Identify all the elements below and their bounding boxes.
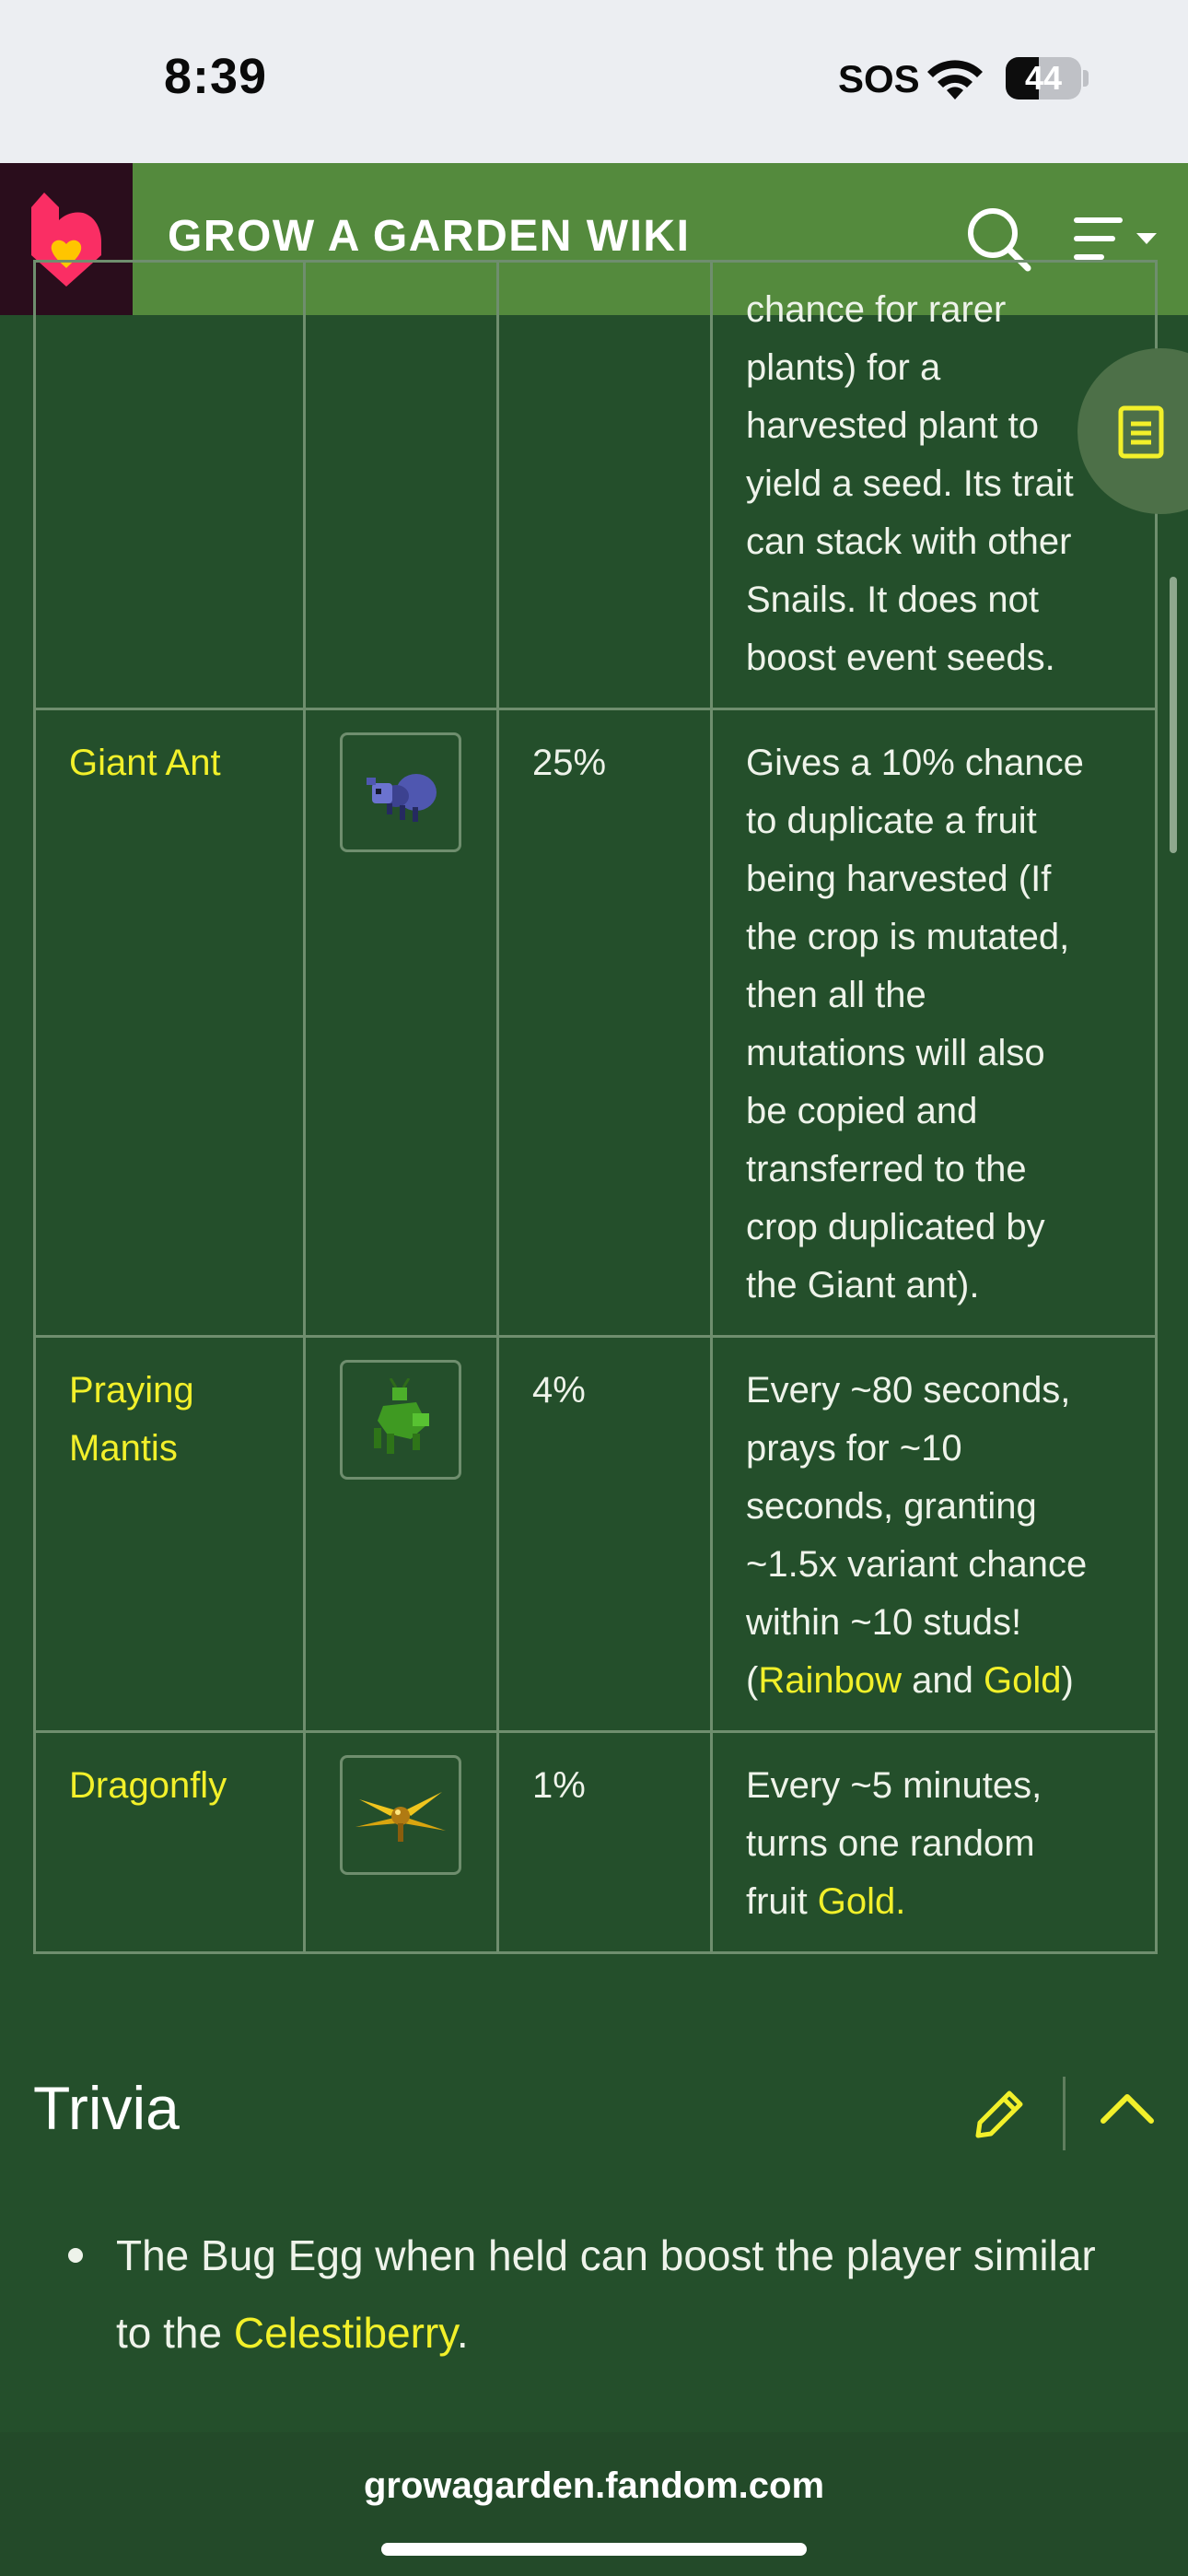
desc-line: Every ~5 minutes, (746, 1765, 1042, 1806)
desc-line: within ~10 studs! (746, 1602, 1022, 1643)
toc-list-icon (1118, 405, 1164, 459)
celestiberry-link[interactable]: Celestiberry (234, 2309, 457, 2357)
table-cell (303, 708, 499, 1338)
divider (1063, 2077, 1066, 2150)
pet-thumbnail[interactable] (340, 1360, 461, 1480)
desc-line: Snails. It does not (746, 580, 1039, 620)
battery-nub (1083, 70, 1089, 87)
table-row: chance for rarer plants) for a harvested… (33, 260, 1158, 710)
description-text: Every ~5 minutes, turns one random fruit… (713, 1733, 1155, 1951)
dragonfly-icon (355, 1792, 446, 1842)
desc-line: turns one random (746, 1823, 1035, 1864)
desc-line: the Giant ant). (746, 1265, 980, 1306)
pet-chance: 1% (532, 1765, 586, 1806)
desc-line: boost event seeds. (746, 638, 1055, 678)
list-item: The Bug Egg when held can boost the play… (33, 2217, 1157, 2371)
pet-description: Gives a 10% chance to duplicate a fruit … (710, 708, 1158, 1338)
pet-thumbnail[interactable] (340, 732, 461, 852)
pet-chance: 25% (532, 743, 607, 783)
gold-link[interactable]: Gold. (818, 1881, 906, 1922)
desc-line: yield a seed. Its trait (746, 463, 1074, 504)
section-heading-trivia: Trivia (33, 2074, 180, 2142)
battery-level-text: 44 (1024, 59, 1063, 97)
table-cell: Dragonfly (33, 1730, 306, 1954)
chevron-up-icon[interactable] (1100, 2090, 1155, 2126)
pet-name-line: Mantis (69, 1428, 178, 1469)
pet-description: chance for rarer plants) for a harvested… (710, 260, 1158, 710)
table-cell: Giant Ant (33, 708, 306, 1338)
desc-line: seconds, granting (746, 1486, 1037, 1527)
table-cell (33, 260, 306, 710)
table-cell (303, 1730, 499, 1954)
home-indicator[interactable] (381, 2543, 807, 2556)
table-row-giant-ant: Giant Ant 25% Gives a 10% chance to dupl… (33, 708, 1158, 1338)
desc-line: to duplicate a fruit (746, 801, 1037, 841)
trivia-text: . (456, 2309, 469, 2357)
status-time: 8:39 (164, 49, 268, 104)
rainbow-link[interactable]: Rainbow (758, 1660, 902, 1701)
table-cell (303, 260, 499, 710)
desc-line: prays for ~10 (746, 1428, 962, 1469)
table-cell: 1% (496, 1730, 713, 1954)
bullet (68, 2248, 83, 2263)
pet-link-giant-ant[interactable]: Giant Ant (69, 743, 221, 783)
table-row-praying-mantis: Praying Mantis 4% Every ~80 seconds, pra… (33, 1335, 1158, 1733)
pet-name-line: Praying (69, 1370, 194, 1411)
desc-line: be copied and (746, 1091, 978, 1131)
desc-line: plants) for a (746, 347, 941, 388)
description-text: chance for rarer plants) for a harvested… (713, 263, 1155, 708)
pet-description: Every ~5 minutes, turns one random fruit… (710, 1730, 1158, 1954)
desc-line: harvested plant to (746, 405, 1039, 446)
desc-line: the crop is mutated, (746, 917, 1070, 957)
table-cell: Praying Mantis (33, 1335, 306, 1733)
trivia-list: The Bug Egg when held can boost the play… (33, 2217, 1157, 2371)
table-cell: 4% (496, 1335, 713, 1733)
desc-line: transferred to the (746, 1149, 1027, 1189)
battery-indicator: 44 (1006, 57, 1081, 100)
pets-table: chance for rarer plants) for a harvested… (33, 260, 1158, 1954)
table-cell (496, 260, 713, 710)
desc-line: ~1.5x variant chance (746, 1544, 1088, 1585)
url-text[interactable]: growagarden.fandom.com (0, 2465, 1188, 2507)
description-text: Every ~80 seconds, prays for ~10 seconds… (713, 1338, 1155, 1730)
desc-text: ) (1061, 1660, 1074, 1701)
desc-text: and (901, 1660, 984, 1701)
pet-description: Every ~80 seconds, prays for ~10 seconds… (710, 1335, 1158, 1733)
browser-url-bar[interactable]: growagarden.fandom.com (0, 2432, 1188, 2576)
desc-text: ( (746, 1660, 759, 1701)
trivia-text: The Bug Egg when held can boost the play… (116, 2231, 1096, 2279)
pet-link-dragonfly[interactable]: Dragonfly (69, 1765, 227, 1806)
desc-line: chance for rarer (746, 289, 1007, 330)
giant-ant-icon (367, 774, 437, 822)
table-cell: 25% (496, 708, 713, 1338)
status-bar: 8:39 SOS 44 (0, 0, 1188, 163)
desc-line: Gives a 10% chance (746, 743, 1084, 783)
praying-mantis-icon (374, 1378, 429, 1454)
table-cell (303, 1335, 499, 1733)
pet-chance: 4% (532, 1370, 586, 1411)
table-row-dragonfly: Dragonfly 1% Every ~5 minutes, turns one… (33, 1730, 1158, 1954)
wifi-icon (927, 60, 983, 100)
signal-sos-label: SOS (838, 57, 920, 100)
desc-line: then all the (746, 975, 926, 1015)
menu-icon[interactable] (1074, 215, 1162, 263)
pet-thumbnail[interactable] (340, 1755, 461, 1875)
desc-line: being harvested (If (746, 859, 1052, 899)
desc-text: fruit (746, 1881, 818, 1922)
desc-line: crop duplicated by (746, 1207, 1045, 1247)
gold-link[interactable]: Gold (984, 1660, 1062, 1701)
edit-pencil-icon[interactable] (973, 2084, 1030, 2141)
wiki-title[interactable]: GROW A GARDEN WIKI (168, 211, 690, 262)
desc-line: mutations will also (746, 1033, 1045, 1073)
desc-line: can stack with other (746, 521, 1072, 562)
description-text: Gives a 10% chance to duplicate a fruit … (713, 710, 1155, 1335)
trivia-text: to the (116, 2309, 234, 2357)
pet-link-praying-mantis[interactable]: Praying Mantis (69, 1370, 194, 1469)
scrollbar[interactable] (1170, 577, 1177, 853)
desc-line: Every ~80 seconds, (746, 1370, 1071, 1411)
